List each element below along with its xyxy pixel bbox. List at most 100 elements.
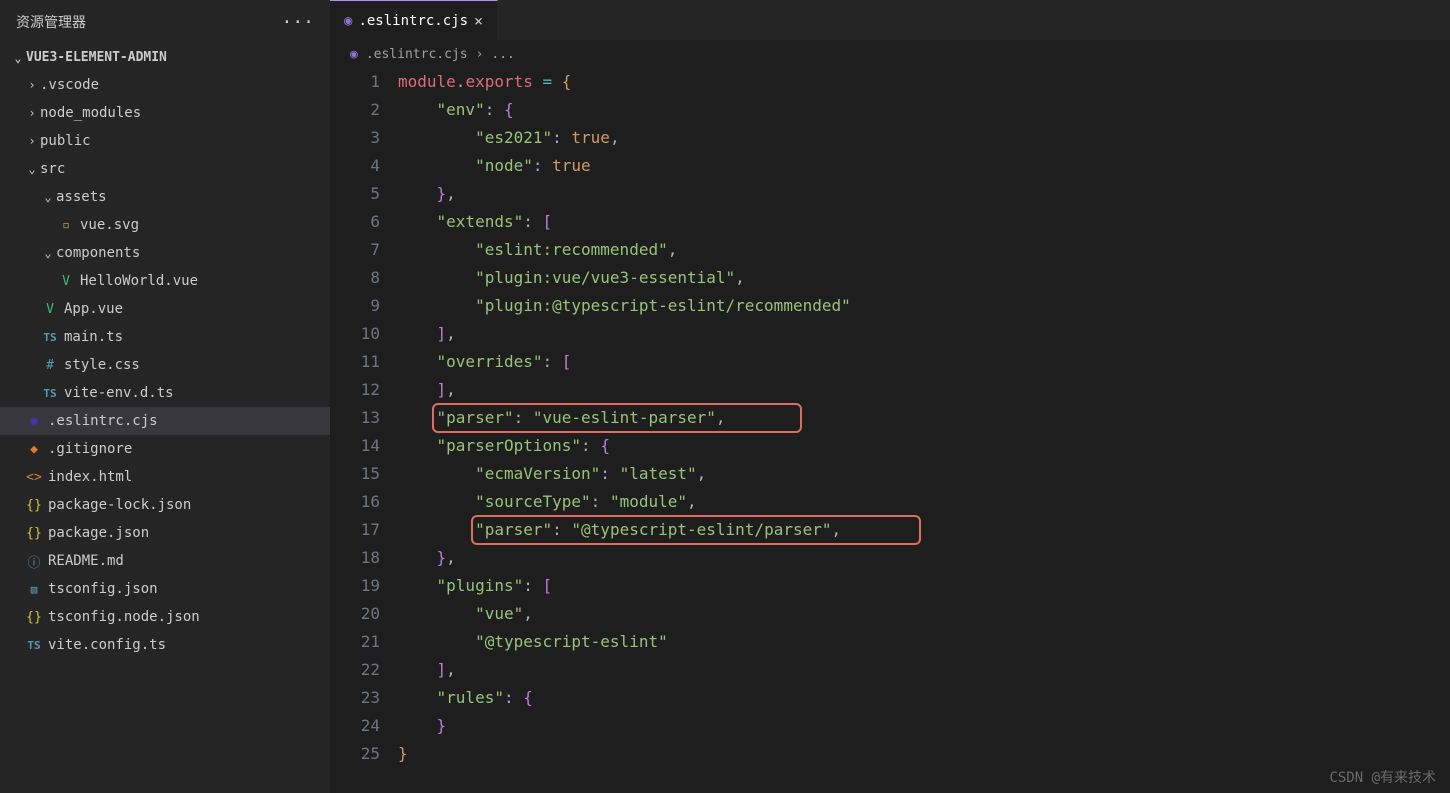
code-content[interactable]: module.exports = { "env": { "es2021": tr… — [398, 68, 1450, 793]
chevron-down-icon: ⌄ — [24, 162, 40, 176]
line-number: 14 — [330, 432, 380, 460]
close-icon[interactable]: × — [474, 12, 483, 30]
line-number: 19 — [330, 572, 380, 600]
code-line[interactable]: "plugins": [ — [398, 572, 1450, 600]
watermark: CSDN @有来技术 — [1329, 767, 1436, 787]
code-line[interactable]: } — [398, 740, 1450, 768]
line-number: 20 — [330, 600, 380, 628]
code-line[interactable]: "vue", — [398, 600, 1450, 628]
code-line[interactable]: "env": { — [398, 96, 1450, 124]
json-icon: {} — [24, 610, 44, 625]
code-line[interactable]: "eslint:recommended", — [398, 236, 1450, 264]
tree-item-label: vite.config.ts — [48, 637, 166, 653]
file-item[interactable]: ◉ .eslintrc.cjs — [0, 407, 330, 435]
tab-eslintrc[interactable]: ◉ .eslintrc.cjs × — [330, 0, 498, 40]
code-line[interactable]: } — [398, 712, 1450, 740]
code-line[interactable]: ], — [398, 320, 1450, 348]
code-line[interactable]: "parser": "@typescript-eslint/parser", — [398, 516, 1450, 544]
tree-item-label: main.ts — [64, 329, 123, 345]
line-number: 1 — [330, 68, 380, 96]
file-item[interactable]: TSvite.config.ts — [0, 631, 330, 659]
code-line[interactable]: "rules": { — [398, 684, 1450, 712]
eslint-icon: ◉ — [344, 13, 352, 29]
tree-item-label: .vscode — [40, 77, 99, 93]
tree-item-label: assets — [56, 189, 107, 205]
folder-item[interactable]: ›node_modules — [0, 99, 330, 127]
line-number: 7 — [330, 236, 380, 264]
code-line[interactable]: "@typescript-eslint" — [398, 628, 1450, 656]
explorer-title: 资源管理器 — [16, 12, 86, 32]
folder-item[interactable]: ›public — [0, 127, 330, 155]
file-item[interactable]: TS vite-env.d.ts — [0, 379, 330, 407]
code-line[interactable]: "ecmaVersion": "latest", — [398, 460, 1450, 488]
folder-item[interactable]: ⌄components — [0, 239, 330, 267]
file-item[interactable]: VApp.vue — [0, 295, 330, 323]
folder-item[interactable]: ⌄src — [0, 155, 330, 183]
line-number: 16 — [330, 488, 380, 516]
file-item[interactable]: ▫ vue.svg — [0, 211, 330, 239]
code-line[interactable]: "overrides": [ — [398, 348, 1450, 376]
file-item[interactable]: {}package.json — [0, 519, 330, 547]
html-icon: <> — [24, 470, 44, 485]
code-line[interactable]: }, — [398, 180, 1450, 208]
vue-icon: V — [56, 274, 76, 289]
file-item[interactable]: ⓘREADME.md — [0, 547, 330, 575]
project-root[interactable]: ⌄ VUE3-ELEMENT-ADMIN — [0, 44, 330, 71]
ts-icon: TS — [40, 331, 60, 344]
code-line[interactable]: "sourceType": "module", — [398, 488, 1450, 516]
line-number: 3 — [330, 124, 380, 152]
code-line[interactable]: }, — [398, 544, 1450, 572]
json-icon: {} — [24, 498, 44, 513]
file-item[interactable]: {} package-lock.json — [0, 491, 330, 519]
tree-item-label: public — [40, 133, 91, 149]
code-editor[interactable]: 1234567891011121314151617181920212223242… — [330, 68, 1450, 793]
line-number: 22 — [330, 656, 380, 684]
file-item[interactable]: TS main.ts — [0, 323, 330, 351]
git-icon: ◆ — [24, 442, 44, 457]
file-icon: ▫ — [56, 218, 76, 233]
code-line[interactable]: "plugin:@typescript-eslint/recommended" — [398, 292, 1450, 320]
line-gutter: 1234567891011121314151617181920212223242… — [330, 68, 398, 793]
code-line[interactable]: ], — [398, 656, 1450, 684]
tree-item-label: package.json — [48, 525, 149, 541]
line-number: 4 — [330, 152, 380, 180]
project-name: VUE3-ELEMENT-ADMIN — [26, 50, 167, 65]
chevron-right-icon: › — [24, 78, 40, 92]
code-line[interactable]: module.exports = { — [398, 68, 1450, 96]
folder-item[interactable]: ›.vscode — [0, 71, 330, 99]
folder-item[interactable]: ⌄assets — [0, 183, 330, 211]
breadcrumb[interactable]: ◉ .eslintrc.cjs › ... — [330, 40, 1450, 68]
more-actions-icon[interactable]: ··· — [281, 12, 314, 33]
eslint-icon: ◉ — [24, 414, 44, 429]
code-line[interactable]: "node": true — [398, 152, 1450, 180]
code-line[interactable]: "parserOptions": { — [398, 432, 1450, 460]
file-item[interactable]: <>index.html — [0, 463, 330, 491]
code-line[interactable]: ], — [398, 376, 1450, 404]
tree-item-label: package-lock.json — [48, 497, 191, 513]
chevron-down-icon: ⌄ — [40, 190, 56, 204]
tree-item-label: src — [40, 161, 65, 177]
file-item[interactable]: #style.css — [0, 351, 330, 379]
tree-item-label: README.md — [48, 553, 124, 569]
line-number: 2 — [330, 96, 380, 124]
tab-label: .eslintrc.cjs — [358, 13, 468, 29]
css-icon: # — [40, 358, 60, 373]
tree-item-label: vue.svg — [80, 217, 139, 233]
file-item[interactable]: ◆.gitignore — [0, 435, 330, 463]
explorer-sidebar: 资源管理器 ··· ⌄ VUE3-ELEMENT-ADMIN ›.vscode›… — [0, 0, 330, 793]
code-line[interactable]: "es2021": true, — [398, 124, 1450, 152]
tree-item-label: vite-env.d.ts — [64, 385, 174, 401]
tree-item-label: components — [56, 245, 140, 261]
file-item[interactable]: V HelloWorld.vue — [0, 267, 330, 295]
code-line[interactable]: "parser": "vue-eslint-parser", — [398, 404, 1450, 432]
tree-item-label: .eslintrc.cjs — [48, 413, 158, 429]
tree-item-label: HelloWorld.vue — [80, 273, 198, 289]
breadcrumb-file: .eslintrc.cjs — [366, 47, 468, 62]
ts-icon: TS — [40, 387, 60, 400]
line-number: 6 — [330, 208, 380, 236]
file-item[interactable]: ▧tsconfig.json — [0, 575, 330, 603]
code-line[interactable]: "plugin:vue/vue3-essential", — [398, 264, 1450, 292]
code-line[interactable]: "extends": [ — [398, 208, 1450, 236]
line-number: 5 — [330, 180, 380, 208]
file-item[interactable]: {}tsconfig.node.json — [0, 603, 330, 631]
